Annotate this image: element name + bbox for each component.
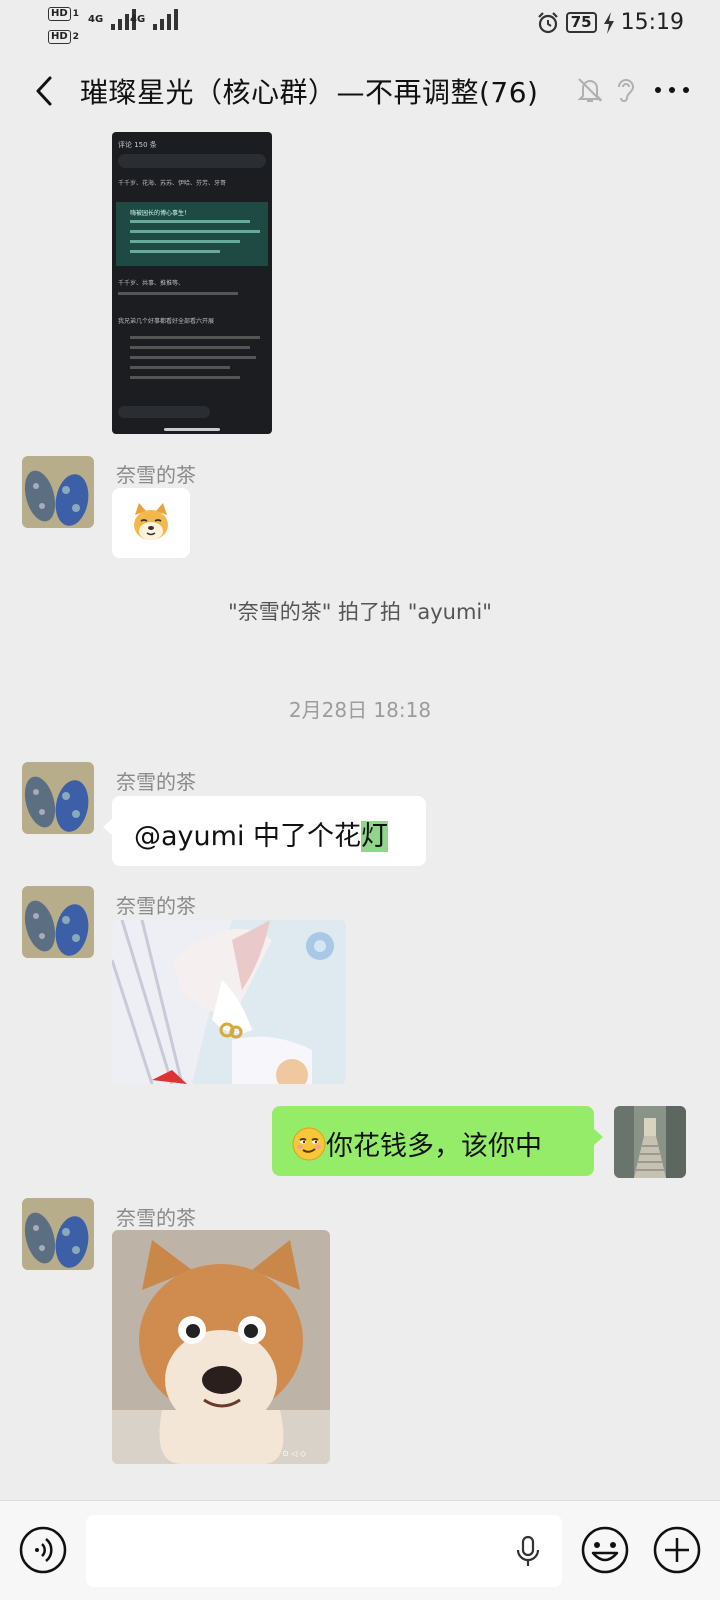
doge-sticker [134,503,168,540]
avatar-naixue[interactable] [22,886,94,958]
plus-icon[interactable] [652,1525,702,1575]
sender-name: 奈雪的茶 [116,1206,196,1230]
sim-indicators: HD 1 HD 2 [48,6,79,44]
thumb-line-1: 千千岁、花海、苏苏、伊哈、芬芳、牙哥 [118,180,227,187]
hd-indicator-2: HD 2 [48,29,79,44]
back-icon[interactable] [28,74,62,108]
signal-2: 4G [130,8,183,30]
alarm-icon [537,11,558,33]
chat-header: 璀璨星光（核心群）—不再调整(76) [0,56,720,126]
thumb-line-2: 嗨被园长的博心事生！ [130,210,191,217]
highlighted-text: 灯 [361,821,389,852]
status-bar: HD 1 HD 2 4G 4G 75 15:19 [0,0,720,50]
voice-icon[interactable] [18,1525,68,1575]
sender-name: 奈雪的茶 [116,894,196,918]
more-icon[interactable] [650,76,694,104]
battery-level: 75 [565,12,597,33]
thumb-line-3: 千千岁、共事、推推等、 [118,280,185,287]
own-message-bubble[interactable]: 你花钱多，该你中 [272,1106,603,1176]
message-input[interactable] [86,1515,562,1587]
timestamp: 2月28日 18:18 [288,698,432,722]
screenshot-image[interactable]: 评论 150 条 千千岁、花海、苏苏、伊哈、芬芳、牙哥 嗨被园长的博心事生！ 千… [112,132,272,434]
svg-text:⊙ ◁ ◇: ⊙ ◁ ◇ [282,1449,307,1458]
sticker-bubble[interactable] [112,488,190,558]
mic-icon[interactable] [514,1535,542,1569]
emoji-icon[interactable] [580,1525,630,1575]
thumb-search [118,154,266,168]
own-message-text: 你花钱多，该你中 [326,1131,542,1162]
avatar-naixue[interactable] [22,1198,94,1270]
own-message-content: 你花钱多，该你中 [292,1124,542,1163]
sender-name: 奈雪的茶 [116,770,196,794]
thumb-line-4: 我兄弟几个好事都看好全部看六开展 [118,318,215,325]
thumb-highlight-block: 嗨被园长的博心事生！ [116,202,268,266]
anime-image[interactable] [112,920,346,1084]
message-text-main: @ayumi 中了个花 [134,821,362,852]
mute-icon [577,78,603,102]
sender-name: 奈雪的茶 [116,463,196,487]
chat-title: 璀璨星光（核心群）—不再调整(76) [80,76,539,109]
ear-icon [618,79,635,102]
smirk-emoji-icon [292,1127,326,1160]
avatar-naixue[interactable] [22,762,94,834]
hd-indicator-1: HD 1 [48,6,79,21]
status-right: 75 15:19 [536,10,684,35]
message-text: @ayumi 中了个花灯 [134,814,389,853]
thumb-header: 评论 150 条 [118,141,157,149]
pat-notification: "奈雪的茶" 拍了拍 "ayumi" [228,600,492,624]
message-bubble[interactable]: @ayumi 中了个花灯 [103,796,426,866]
avatar-naixue[interactable] [22,456,94,528]
clock: 15:19 [620,10,684,35]
input-bar [0,1500,720,1600]
shiba-image[interactable]: ⊙ ◁ ◇ [112,1230,330,1464]
charging-icon [603,11,614,34]
avatar-self[interactable] [614,1106,686,1178]
